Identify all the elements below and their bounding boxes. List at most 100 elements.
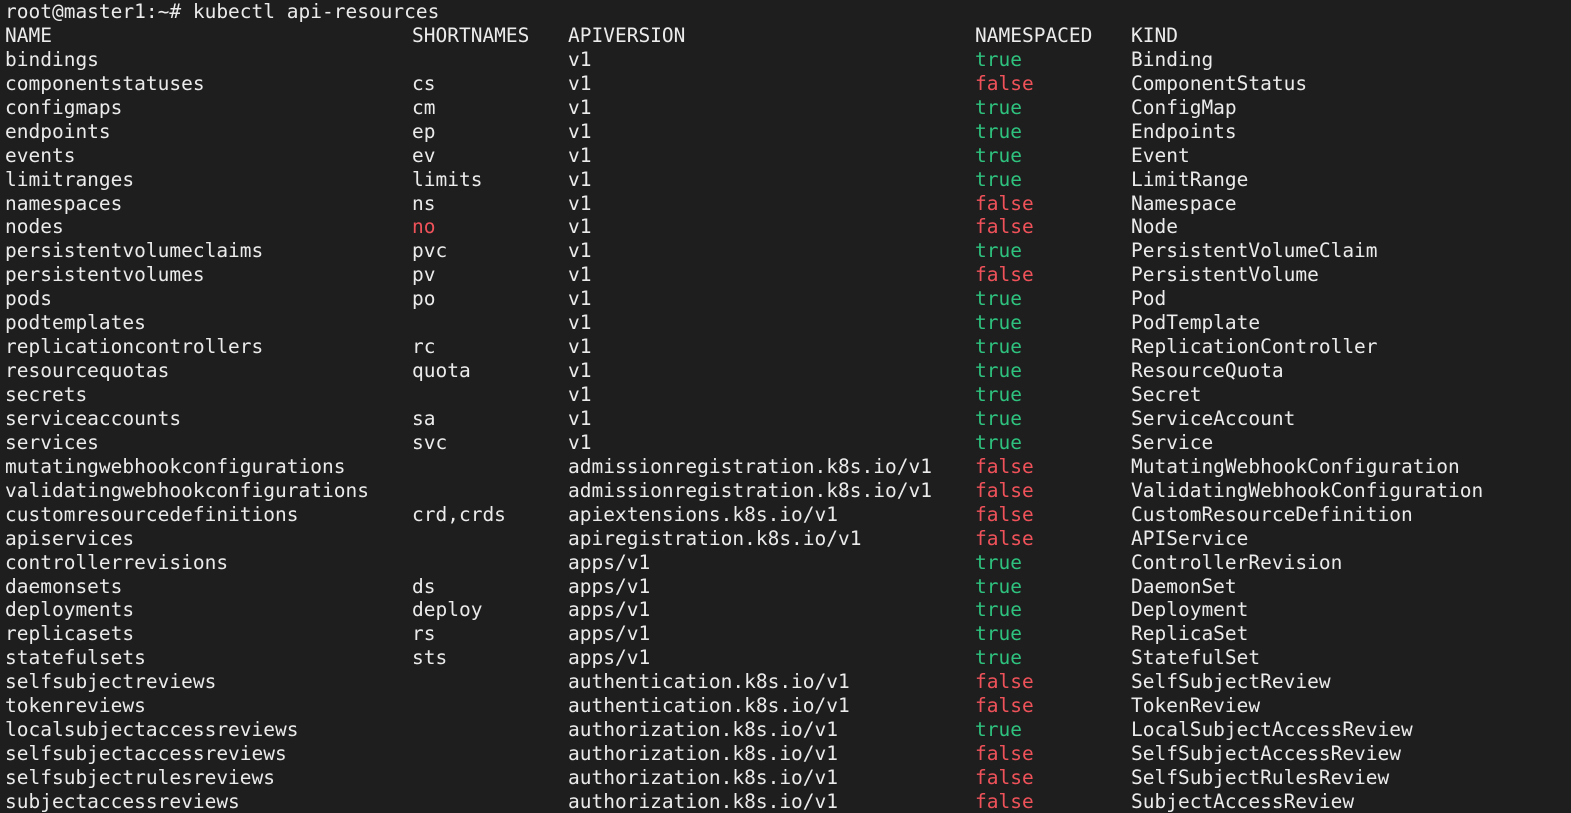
resource-name: selfsubjectrulesreviews	[5, 766, 276, 789]
table-row: apiservices apiregistration.k8s.io/v1 fals…	[5, 527, 1571, 551]
table-row: subjectaccessreviews authorization.k8s.io…	[5, 790, 1571, 813]
resource-table-body: bindings v1 true Binding componentstatuses cs…	[5, 48, 1571, 813]
resource-namespaced: true	[975, 718, 1022, 742]
resource-apiversion: v1	[568, 191, 592, 215]
resource-apiversion: apps/v1	[568, 574, 651, 598]
resource-apiversion: v1	[568, 47, 592, 71]
table-row: localsubjectaccessreviews authorization.k…	[5, 718, 1571, 742]
resource-shortnames: svc	[412, 430, 448, 454]
table-row: configmaps cm v1 true ConfigMap	[5, 96, 1571, 120]
resource-shortnames: cm	[412, 95, 436, 119]
resource-namespaced: false	[975, 191, 1034, 215]
resource-name: persistentvolumes	[5, 263, 205, 287]
resource-kind: Pod	[1131, 287, 1167, 311]
resource-apiversion: v1	[568, 143, 592, 167]
header-namespaced: NAMESPACED	[975, 23, 1093, 47]
resource-name: pods	[5, 287, 52, 311]
resource-shortnames: quota	[412, 359, 471, 383]
resource-shortnames: sts	[412, 646, 448, 670]
resource-kind: Endpoints	[1131, 119, 1237, 143]
resource-apiversion: apps/v1	[568, 646, 651, 670]
resource-shortnames: crd,crds	[412, 502, 506, 526]
table-row: limitranges limits v1 true LimitRange	[5, 168, 1571, 192]
resource-name: apiservices	[5, 526, 135, 550]
resource-apiversion: v1	[568, 335, 592, 359]
resource-name: customresourcedefinitions	[5, 502, 299, 526]
resource-apiversion: v1	[568, 71, 592, 95]
resource-kind: ControllerRevision	[1131, 550, 1343, 574]
resource-kind: Deployment	[1131, 598, 1249, 622]
resource-apiversion: apps/v1	[568, 550, 651, 574]
resource-kind: SelfSubjectReview	[1131, 670, 1331, 694]
resource-name: deployments	[5, 598, 135, 622]
resource-apiversion: v1	[568, 383, 592, 406]
resource-shortnames: limits	[412, 167, 483, 191]
resource-name: limitranges	[5, 167, 135, 191]
resource-apiversion: authorization.k8s.io/v1	[568, 766, 839, 789]
resource-name: configmaps	[5, 95, 123, 119]
terminal-window[interactable]: root@master1:~# kubectl api-resources NA…	[0, 0, 1571, 813]
resource-apiversion: v1	[568, 167, 592, 191]
resource-apiversion: v1	[568, 406, 592, 430]
table-row: customresourcedefinitions crd,crds apiexte…	[5, 503, 1571, 527]
resource-kind: Binding	[1131, 47, 1214, 71]
resource-shortnames: sa	[412, 406, 436, 430]
table-row: pods po v1 true Pod	[5, 287, 1571, 311]
resource-kind: SelfSubjectRulesReview	[1131, 766, 1390, 789]
resource-apiversion: v1	[568, 287, 592, 311]
resource-shortnames: deploy	[412, 598, 483, 622]
resource-namespaced: false	[975, 789, 1034, 813]
table-row: services svc v1 true Service	[5, 431, 1571, 455]
resource-name: persistentvolumeclaims	[5, 239, 264, 263]
resource-name: services	[5, 430, 99, 454]
resource-kind: DaemonSet	[1131, 574, 1237, 598]
resource-name: validatingwebhookconfigurations	[5, 478, 369, 502]
resource-name: localsubjectaccessreviews	[5, 718, 299, 742]
resource-namespaced: false	[975, 526, 1034, 550]
resource-namespaced: true	[975, 406, 1022, 430]
table-row: validatingwebhookconfigurations admission…	[5, 479, 1571, 503]
resource-name: replicationcontrollers	[5, 335, 264, 359]
resource-shortnames: no	[412, 215, 436, 239]
resource-kind: SelfSubjectAccessReview	[1131, 742, 1402, 766]
resource-shortnames: rs	[412, 622, 436, 646]
resource-shortnames: ev	[412, 143, 436, 167]
resource-kind: Namespace	[1131, 191, 1237, 215]
resource-kind: StatefulSet	[1131, 646, 1261, 670]
resource-namespaced: true	[975, 574, 1022, 598]
table-row: daemonsets ds apps/v1 true DaemonSet	[5, 575, 1571, 599]
resource-namespaced: true	[975, 359, 1022, 383]
resource-shortnames: pvc	[412, 239, 448, 263]
resource-namespaced: true	[975, 598, 1022, 622]
table-row: selfsubjectreviews authentication.k8s.io/…	[5, 670, 1571, 694]
resource-name: bindings	[5, 47, 99, 71]
resource-name: daemonsets	[5, 574, 123, 598]
resource-kind: CustomResourceDefinition	[1131, 502, 1413, 526]
resource-apiversion: v1	[568, 263, 592, 287]
resource-name: statefulsets	[5, 646, 146, 670]
resource-namespaced: true	[975, 239, 1022, 263]
resource-name: controllerrevisions	[5, 550, 229, 574]
resource-kind: MutatingWebhookConfiguration	[1131, 454, 1460, 478]
table-row: deployments deploy apps/v1 true Deployment	[5, 598, 1571, 622]
resource-namespaced: true	[975, 335, 1022, 359]
resource-namespaced: false	[975, 670, 1034, 694]
table-row: selfsubjectaccessreviews authorization.k8…	[5, 742, 1571, 766]
resource-namespaced: false	[975, 502, 1034, 526]
resource-apiversion: admissionregistration.k8s.io/v1	[568, 478, 932, 502]
resource-namespaced: false	[975, 71, 1034, 95]
table-row: controllerrevisions apps/v1 true Controller…	[5, 551, 1571, 575]
resource-kind: SubjectAccessReview	[1131, 789, 1355, 813]
resource-namespaced: false	[975, 766, 1034, 789]
resource-name: subjectaccessreviews	[5, 789, 240, 813]
table-row: componentstatuses cs v1 false ComponentStatu…	[5, 72, 1571, 96]
resource-name: secrets	[5, 383, 88, 406]
resource-apiversion: apps/v1	[568, 622, 651, 646]
resource-kind: Secret	[1131, 383, 1202, 406]
resource-namespaced: true	[975, 119, 1022, 143]
resource-name: selfsubjectaccessreviews	[5, 742, 287, 766]
resource-namespaced: false	[975, 215, 1034, 239]
table-row: mutatingwebhookconfigurations admissionre…	[5, 455, 1571, 479]
resource-apiversion: v1	[568, 359, 592, 383]
resource-shortnames: ns	[412, 191, 436, 215]
